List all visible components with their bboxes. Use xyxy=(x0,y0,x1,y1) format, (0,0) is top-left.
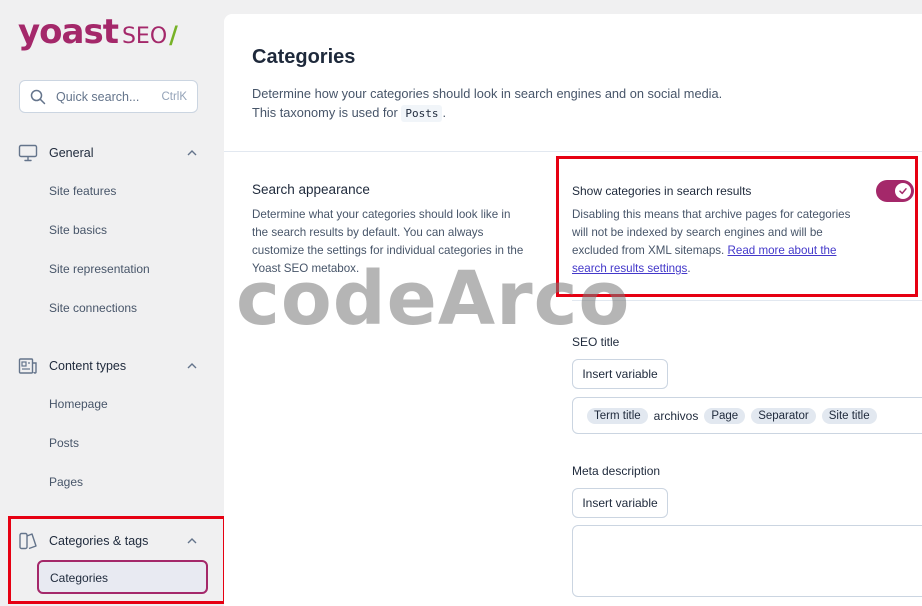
sidebar: yoast SEO / Quick search... CtrlK Genera… xyxy=(0,0,222,606)
seo-title-label: SEO title xyxy=(572,335,620,349)
sidebar-item-categories[interactable]: Categories xyxy=(37,560,208,594)
token-site-title[interactable]: Site title xyxy=(821,407,877,424)
token-separator[interactable]: Separator xyxy=(751,407,816,424)
token-text: archivos xyxy=(653,408,699,423)
page-title: Categories xyxy=(252,46,356,68)
seo-title-editor[interactable]: Term title archivos Page Separator Site … xyxy=(572,397,922,434)
toggle-knob xyxy=(895,183,911,199)
divider xyxy=(224,151,922,152)
nav-group-categories-tags[interactable]: Categories & tags xyxy=(18,529,198,553)
sidebar-item-site-connections[interactable]: Site connections xyxy=(49,299,137,317)
newspaper-icon xyxy=(18,358,37,374)
sidebar-item-pages[interactable]: Pages xyxy=(49,473,83,491)
logo-wordmark: yoast xyxy=(18,12,119,52)
token-term-title[interactable]: Term title xyxy=(587,407,648,424)
meta-description-label: Meta description xyxy=(572,464,661,478)
sidebar-item-site-basics[interactable]: Site basics xyxy=(49,221,107,239)
nav-group-label: General xyxy=(49,146,94,160)
search-icon xyxy=(30,89,46,104)
post-type-code: Posts xyxy=(401,105,443,122)
toggle-desc-end: . xyxy=(687,262,691,275)
logo-product: SEO xyxy=(121,24,168,49)
nav-group-label: Content types xyxy=(49,359,127,373)
sidebar-item-site-features[interactable]: Site features xyxy=(49,182,116,200)
show-in-search-description: Disabling this means that archive pages … xyxy=(572,206,854,278)
show-in-search-label: Show categories in search results xyxy=(572,184,752,198)
nav-group-general[interactable]: General xyxy=(18,141,198,165)
desktop-icon xyxy=(18,144,38,162)
nav-group-label: Categories & tags xyxy=(49,534,149,548)
sidebar-item-posts[interactable]: Posts xyxy=(49,434,79,452)
page-description-line1: Determine how your categories should loo… xyxy=(252,86,723,101)
quick-search-input[interactable]: Quick search... CtrlK xyxy=(19,80,198,113)
sidebar-item-homepage[interactable]: Homepage xyxy=(49,395,108,413)
search-placeholder: Quick search... xyxy=(56,89,140,104)
meta-description-insert-variable-button[interactable]: Insert variable xyxy=(572,488,668,518)
logo-slash-icon: / xyxy=(169,21,178,49)
search-appearance-description: Determine what your categories should lo… xyxy=(252,208,524,275)
tag-icon xyxy=(19,532,37,550)
seo-title-insert-variable-button[interactable]: Insert variable xyxy=(572,359,668,389)
desc-suffix: . xyxy=(442,105,447,120)
nav-group-content-types[interactable]: Content types xyxy=(18,354,198,378)
search-appearance-title: Search appearance xyxy=(252,182,370,197)
token-page[interactable]: Page xyxy=(704,407,746,424)
page-description: Determine how your categories should loo… xyxy=(252,84,772,123)
search-shortcut: CtrlK xyxy=(161,90,187,103)
chevron-up-icon xyxy=(187,363,197,369)
yoast-logo[interactable]: yoast SEO / xyxy=(18,12,178,54)
sidebar-item-site-representation[interactable]: Site representation xyxy=(49,260,150,278)
check-icon xyxy=(899,188,907,195)
divider xyxy=(572,300,922,301)
page-description-line2: This taxonomy is used for Posts. xyxy=(252,103,772,123)
show-in-search-toggle[interactable] xyxy=(876,180,914,202)
chevron-up-icon xyxy=(187,150,197,156)
meta-description-editor[interactable] xyxy=(572,525,922,597)
main-panel: Categories Determine how your categories… xyxy=(224,14,922,606)
desc-text: This taxonomy is used for xyxy=(252,105,402,120)
chevron-up-icon xyxy=(187,538,197,544)
seo-title-tokens: Term title archivos Page Separator Site … xyxy=(573,398,922,433)
